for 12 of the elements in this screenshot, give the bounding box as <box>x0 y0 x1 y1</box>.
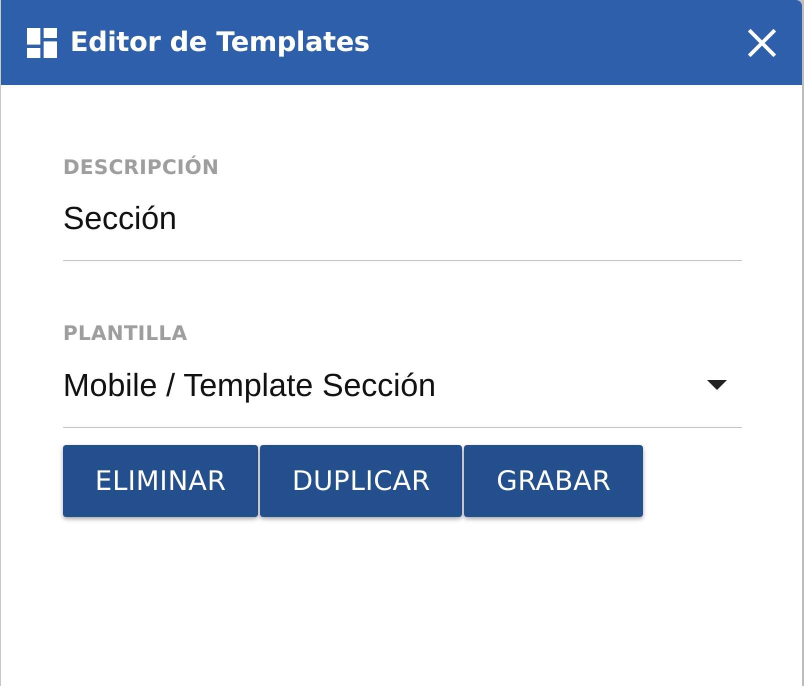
text-field[interactable]: Sección <box>63 200 742 261</box>
close-button[interactable] <box>748 28 776 56</box>
dialog-title: Editor de Templates <box>70 27 371 58</box>
field-label: DESCRIPCIÓN <box>63 155 220 179</box>
action-button[interactable]: ELIMINAR <box>63 445 258 517</box>
close-icon <box>748 28 776 56</box>
action-button[interactable]: GRABAR <box>464 445 644 517</box>
field-label: PLANTILLA <box>63 321 188 345</box>
action-button[interactable]: DUPLICAR <box>260 445 462 517</box>
dashboard-icon <box>27 28 57 58</box>
select-field[interactable]: Mobile / Template Sección <box>63 367 742 428</box>
dropdown-caret-icon <box>707 380 727 390</box>
